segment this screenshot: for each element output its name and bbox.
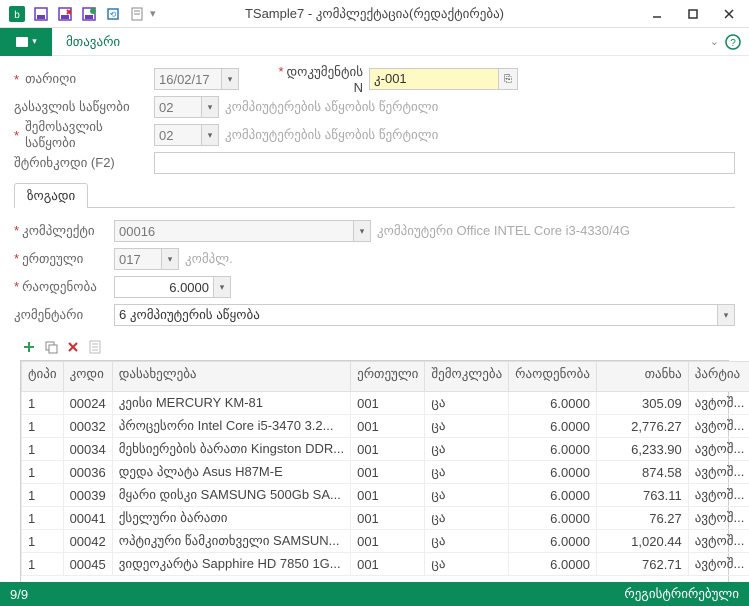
date-dropdown-icon[interactable]: ▾: [221, 68, 239, 90]
table-row[interactable]: 100032პროცესორი Intel Core i5-3470 3.2..…: [22, 415, 749, 438]
main-tab[interactable]: მთავარი: [52, 28, 134, 56]
qty-label: რაოდენობა: [14, 279, 114, 295]
delete-row-icon[interactable]: [64, 338, 82, 356]
table-row[interactable]: 100039მყარი დისკი SAMSUNG 500Gb SA...001…: [22, 484, 749, 507]
kit-label: კომპლექტი: [14, 223, 114, 239]
doc-num-lookup-icon[interactable]: ⎘: [498, 68, 518, 90]
save-icon[interactable]: [30, 3, 52, 25]
save-close-icon[interactable]: [54, 3, 76, 25]
col-code[interactable]: კოდი: [63, 362, 112, 392]
help-icon[interactable]: ?: [725, 34, 741, 50]
status-left: 9/9: [10, 587, 28, 602]
table-row[interactable]: 100034მეხსიერების ბარათი Kingston DDR...…: [22, 438, 749, 461]
svg-text:b: b: [14, 10, 20, 21]
table-row[interactable]: 100041ქსელური ბარათი001ცა6.000076.27ავტო…: [22, 507, 749, 530]
comment-label: კომენტარი: [14, 307, 114, 323]
table-row[interactable]: 100036დედა პლატა Asus H87M-E001ცა6.00008…: [22, 461, 749, 484]
expense-dropdown-icon: ▾: [201, 96, 219, 118]
income-store-input: 02: [154, 124, 202, 146]
table-row[interactable]: 100042ოპტიკური წამკითხველი SAMSUN...001ც…: [22, 530, 749, 553]
minimize-button[interactable]: [643, 4, 671, 24]
col-unit[interactable]: ერთეული: [351, 362, 425, 392]
kit-dropdown-icon: ▾: [353, 220, 371, 242]
window-controls: [643, 4, 743, 24]
table-row[interactable]: 100024კეისი MERCURY KM-81001ცა6.0000305.…: [22, 392, 749, 415]
income-dropdown-icon: ▾: [201, 124, 219, 146]
unit-dropdown-icon: ▾: [161, 248, 179, 270]
income-store-desc: კომპიუტერების აწყობის წერტილი: [225, 127, 438, 143]
status-bar: 9/9 რეგისტრირებული: [0, 582, 749, 606]
expense-store-label: გასავლის საწყობი: [14, 99, 154, 115]
barcode-label: შტრიხკოდი (F2): [14, 155, 154, 171]
comment-dropdown-icon[interactable]: ▾: [717, 304, 735, 326]
col-name[interactable]: დასახელება: [112, 362, 350, 392]
unit-label: ერთეული: [14, 251, 114, 267]
col-batch[interactable]: პარტია: [688, 362, 749, 392]
status-right: რეგისტრირებული: [624, 586, 739, 602]
col-type[interactable]: ტიპი: [22, 362, 64, 392]
col-inv[interactable]: შემოკლება: [425, 362, 509, 392]
date-label: თარიღი: [14, 71, 154, 87]
barcode-input[interactable]: [154, 152, 735, 174]
qat-dropdown-icon[interactable]: ▾: [150, 7, 156, 20]
close-button[interactable]: [715, 4, 743, 24]
ribbon: ▾ მთავარი ⌄ ?: [0, 28, 749, 56]
qty-dropdown-icon[interactable]: ▾: [213, 276, 231, 298]
ribbon-collapse-icon[interactable]: ⌄: [710, 35, 719, 48]
title-bar: b ⟲ ▾ TSample7 - კომპლექტაცია(რედაქტირებ…: [0, 0, 749, 28]
grid-toolbar: [14, 334, 735, 360]
revert-icon[interactable]: ⟲: [102, 3, 124, 25]
details-icon[interactable]: [86, 338, 104, 356]
document-icon[interactable]: [126, 3, 148, 25]
col-qty[interactable]: რაოდენობა: [509, 362, 597, 392]
add-row-icon[interactable]: [20, 338, 38, 356]
copy-row-icon[interactable]: [42, 338, 60, 356]
maximize-button[interactable]: [679, 4, 707, 24]
expense-store-desc: კომპიუტერების აწყობის წერტილი: [225, 99, 438, 115]
income-store-label: შემოსავლის საწყობი: [14, 119, 154, 151]
doc-num-input[interactable]: კ-001: [369, 68, 499, 90]
doc-num-label: დოკუმენტის N: [269, 64, 369, 95]
expense-store-input: 02: [154, 96, 202, 118]
save-new-icon[interactable]: [78, 3, 100, 25]
quick-access-toolbar: b ⟲ ▾: [6, 3, 156, 25]
file-tab[interactable]: ▾: [0, 28, 52, 56]
unit-code-input: 017: [114, 248, 162, 270]
app-icon[interactable]: b: [6, 3, 28, 25]
kit-desc: კომპიუტერი Office INTEL Core i3-4330/4G: [377, 223, 630, 239]
comment-input[interactable]: 6 კომპიუტერის აწყობა: [114, 304, 718, 326]
col-amount[interactable]: თანხა: [596, 362, 688, 392]
table-header: ტიპი კოდი დასახელება ერთეული შემოკლება რ…: [22, 362, 749, 392]
date-input[interactable]: 16/02/17: [154, 68, 222, 90]
svg-text:⟲: ⟲: [110, 10, 117, 19]
kit-code-input: 00016: [114, 220, 354, 242]
svg-text:?: ?: [730, 38, 736, 49]
items-table: ტიპი კოდი დასახელება ერთეული შემოკლება რ…: [20, 360, 729, 606]
general-tab[interactable]: ზოგადი: [14, 183, 88, 208]
unit-desc: კომპლ.: [185, 251, 233, 267]
qty-input[interactable]: 6.0000: [114, 276, 214, 298]
table-row[interactable]: 100045ვიდეოკარტა Sapphire HD 7850 1G...0…: [22, 553, 749, 576]
